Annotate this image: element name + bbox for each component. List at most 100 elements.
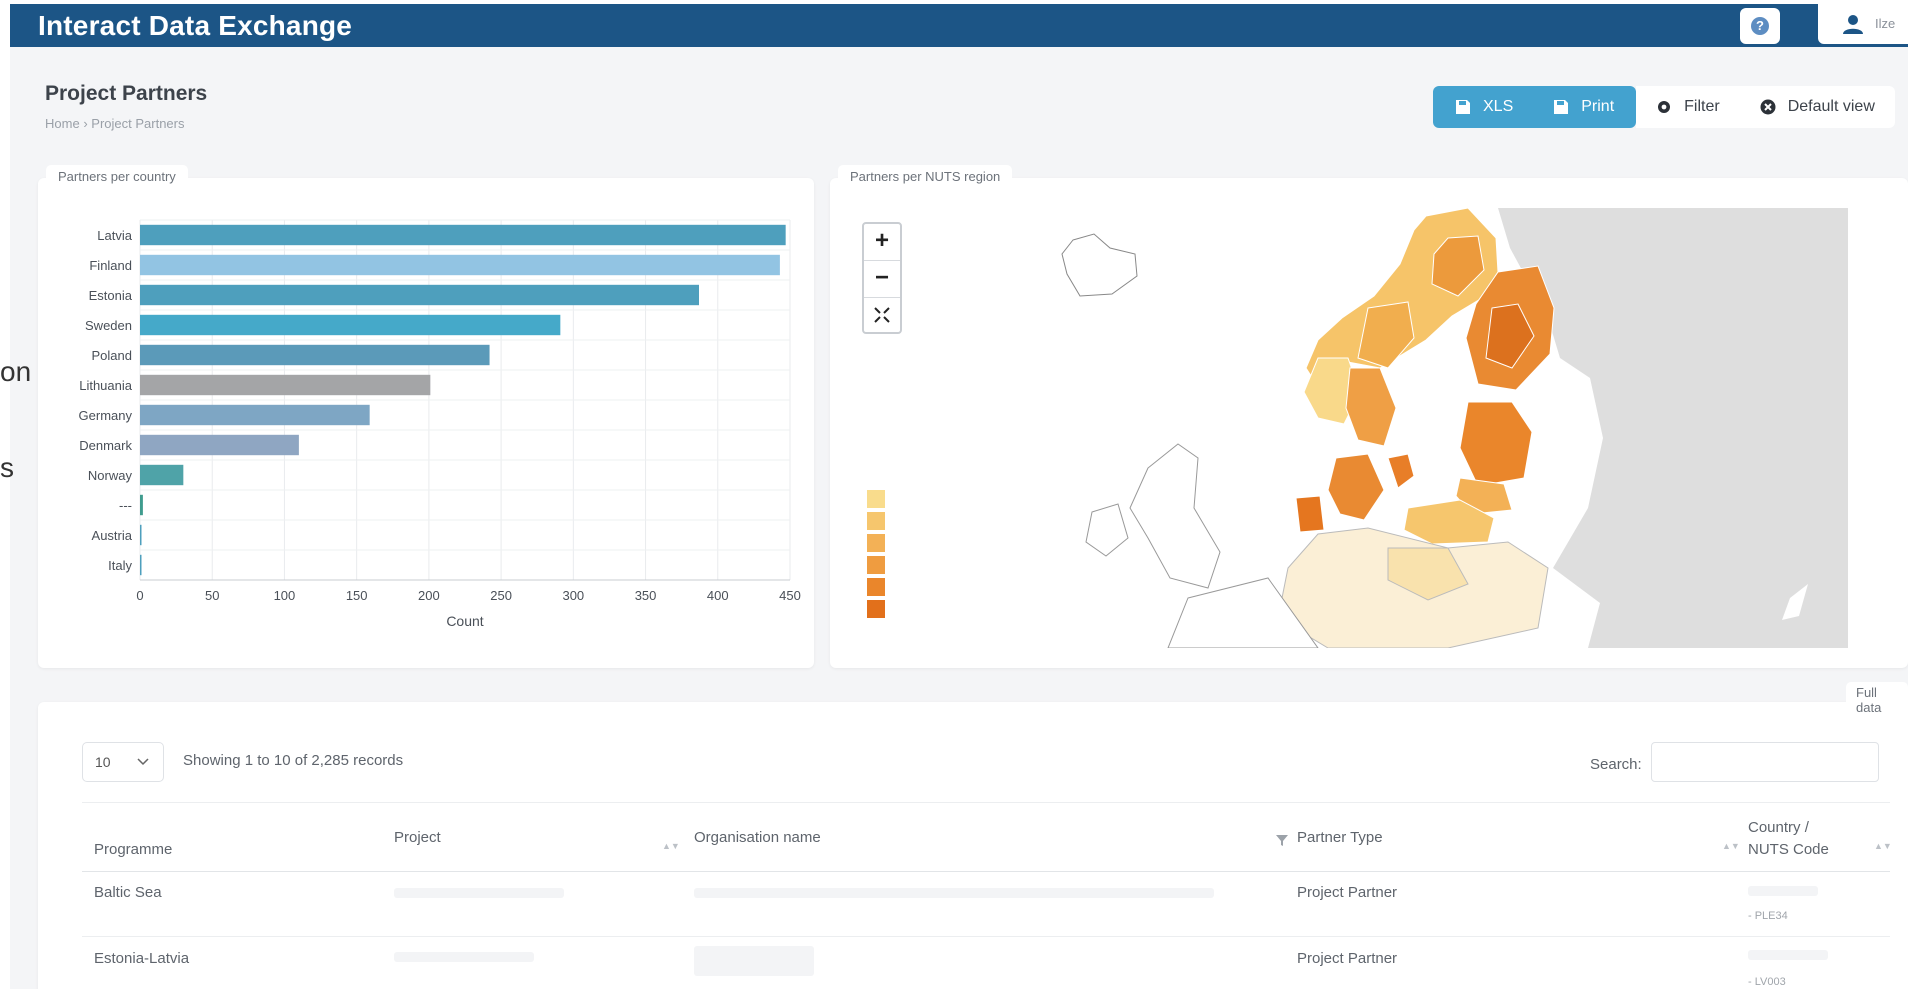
cell-partner-type: Project Partner <box>1297 950 1398 967</box>
y-tick-label: Denmark <box>79 438 132 453</box>
col-organisation-name[interactable]: Organisation name <box>694 829 821 846</box>
user-icon <box>1843 15 1863 34</box>
filter-button[interactable]: Filter <box>1636 86 1740 128</box>
sort-icon: ▲▼ <box>662 841 680 851</box>
bar <box>140 494 143 516</box>
legend-swatch <box>867 490 885 508</box>
filter-icon <box>1276 835 1288 846</box>
cell-nuts-code: - PLE34 <box>1748 910 1788 922</box>
y-tick-label: Finland <box>89 258 132 273</box>
legend-swatch <box>867 512 885 530</box>
y-tick-label: Estonia <box>89 288 133 303</box>
partners-per-country-panel: Partners per country Latvia Finland Estoni… <box>38 165 814 668</box>
zoom-out-button[interactable]: − <box>864 261 900 298</box>
breadcrumb-separator: › <box>83 116 88 131</box>
x-tick-label: 450 <box>779 588 801 603</box>
cell-partner-type: Project Partner <box>1297 884 1398 901</box>
redacted-country <box>1748 886 1818 896</box>
print-label: Print <box>1581 98 1615 115</box>
y-tick-label: Germany <box>79 408 133 423</box>
table-row[interactable]: Estonia-Latvia Project Partner - LV003 <box>82 936 1890 989</box>
zoom-control: + − <box>862 222 902 334</box>
page-title: Project Partners <box>45 82 208 105</box>
bar <box>140 284 699 306</box>
map-view[interactable]: + − <box>848 208 1848 648</box>
breadcrumb-current: Project Partners <box>91 116 185 131</box>
user-name: Ilze <box>1875 16 1896 31</box>
bar <box>140 404 370 426</box>
col-country[interactable]: Country / <box>1748 819 1809 836</box>
panel-label: Partners per NUTS region <box>838 165 1013 188</box>
cell-nuts-code: - LV003 <box>1748 976 1786 988</box>
sort-icon: ▲▼ <box>1874 841 1892 851</box>
x-tick-label: 150 <box>346 588 368 603</box>
legend-swatch <box>867 556 885 574</box>
col-programme[interactable]: Programme <box>94 841 172 858</box>
legend-swatch <box>867 578 885 596</box>
y-tick-label: Italy <box>108 558 132 573</box>
redacted-organisation <box>694 888 1214 898</box>
choropleth-map <box>848 208 1848 648</box>
x-tick-label: 0 <box>136 588 143 603</box>
page-size-select[interactable]: 10 <box>82 742 164 782</box>
bar <box>140 254 780 276</box>
clipped-text-fragment: s <box>0 452 14 483</box>
bar <box>140 344 490 366</box>
x-tick-label: 50 <box>205 588 219 603</box>
xls-label: XLS <box>1483 98 1514 115</box>
col-partner-type[interactable]: Partner Type <box>1297 829 1383 846</box>
bar <box>140 224 786 246</box>
table-row[interactable]: Baltic Sea Project Partner - PLE34 <box>82 872 1890 937</box>
top-bar: Interact Data Exchange ? Ilze <box>10 4 1908 47</box>
print-button[interactable]: Print <box>1535 86 1637 128</box>
user-menu-button[interactable]: Ilze <box>1818 4 1908 44</box>
bar <box>140 554 142 576</box>
y-tick-label: Norway <box>88 468 133 483</box>
save-icon <box>1554 100 1569 114</box>
default-view-button[interactable]: Default view <box>1739 86 1895 128</box>
default-view-label: Default view <box>1787 98 1875 115</box>
y-tick-label: Lithuania <box>79 378 133 393</box>
breadcrumb: Home › Project Partners <box>45 116 184 131</box>
legend-swatch <box>867 534 885 552</box>
breadcrumb-home[interactable]: Home <box>45 116 80 131</box>
app-title: Interact Data Exchange <box>38 10 353 41</box>
toolbar: XLS Print Filter Default view <box>1433 86 1895 128</box>
x-tick-label: 400 <box>707 588 729 603</box>
chevron-down-icon <box>137 758 149 766</box>
bar <box>140 524 142 546</box>
legend-swatch <box>867 600 885 618</box>
full-data-panel: Full data 10 Showing 1 to 10 of 2,285 re… <box>38 682 1908 989</box>
help-button[interactable]: ? <box>1740 8 1780 44</box>
bar <box>140 464 184 486</box>
x-tick-label: 350 <box>635 588 657 603</box>
redacted-organisation <box>694 946 814 976</box>
reset-view-button[interactable] <box>864 298 900 334</box>
filter-label: Filter <box>1684 98 1720 115</box>
table-header: Programme Project ▲▼ Organisation name P… <box>82 802 1892 872</box>
sort-icon: ▲▼ <box>1722 841 1740 851</box>
close-circle-icon <box>1760 99 1776 115</box>
col-nuts-code[interactable]: NUTS Code <box>1748 841 1829 858</box>
xls-export-button[interactable]: XLS <box>1433 86 1536 128</box>
redacted-project <box>394 952 534 962</box>
app-window: Interact Data Exchange ? Ilze Project Pa… <box>10 4 1908 989</box>
x-tick-label: 200 <box>418 588 440 603</box>
y-tick-label: --- <box>119 498 132 513</box>
col-project[interactable]: Project <box>394 829 441 846</box>
redacted-project <box>394 888 564 898</box>
search-input[interactable] <box>1651 742 1879 782</box>
bar <box>140 374 431 396</box>
full-data-label: Full data <box>1846 682 1908 718</box>
clipped-text-fragment: on <box>0 356 32 387</box>
fullscreen-icon <box>874 307 890 323</box>
records-info: Showing 1 to 10 of 2,285 records <box>183 752 404 769</box>
page-size-value: 10 <box>95 754 111 770</box>
gear-icon <box>1658 101 1671 113</box>
partners-per-nuts-panel: Partners per NUTS region + − <box>830 165 1908 668</box>
y-tick-label: Poland <box>92 348 132 363</box>
bar <box>140 434 299 456</box>
bar-chart: Latvia Finland Estonia Sweden Poland Lithuani… <box>79 219 801 629</box>
zoom-in-button[interactable]: + <box>864 224 900 261</box>
cell-programme: Estonia-Latvia <box>94 950 190 967</box>
